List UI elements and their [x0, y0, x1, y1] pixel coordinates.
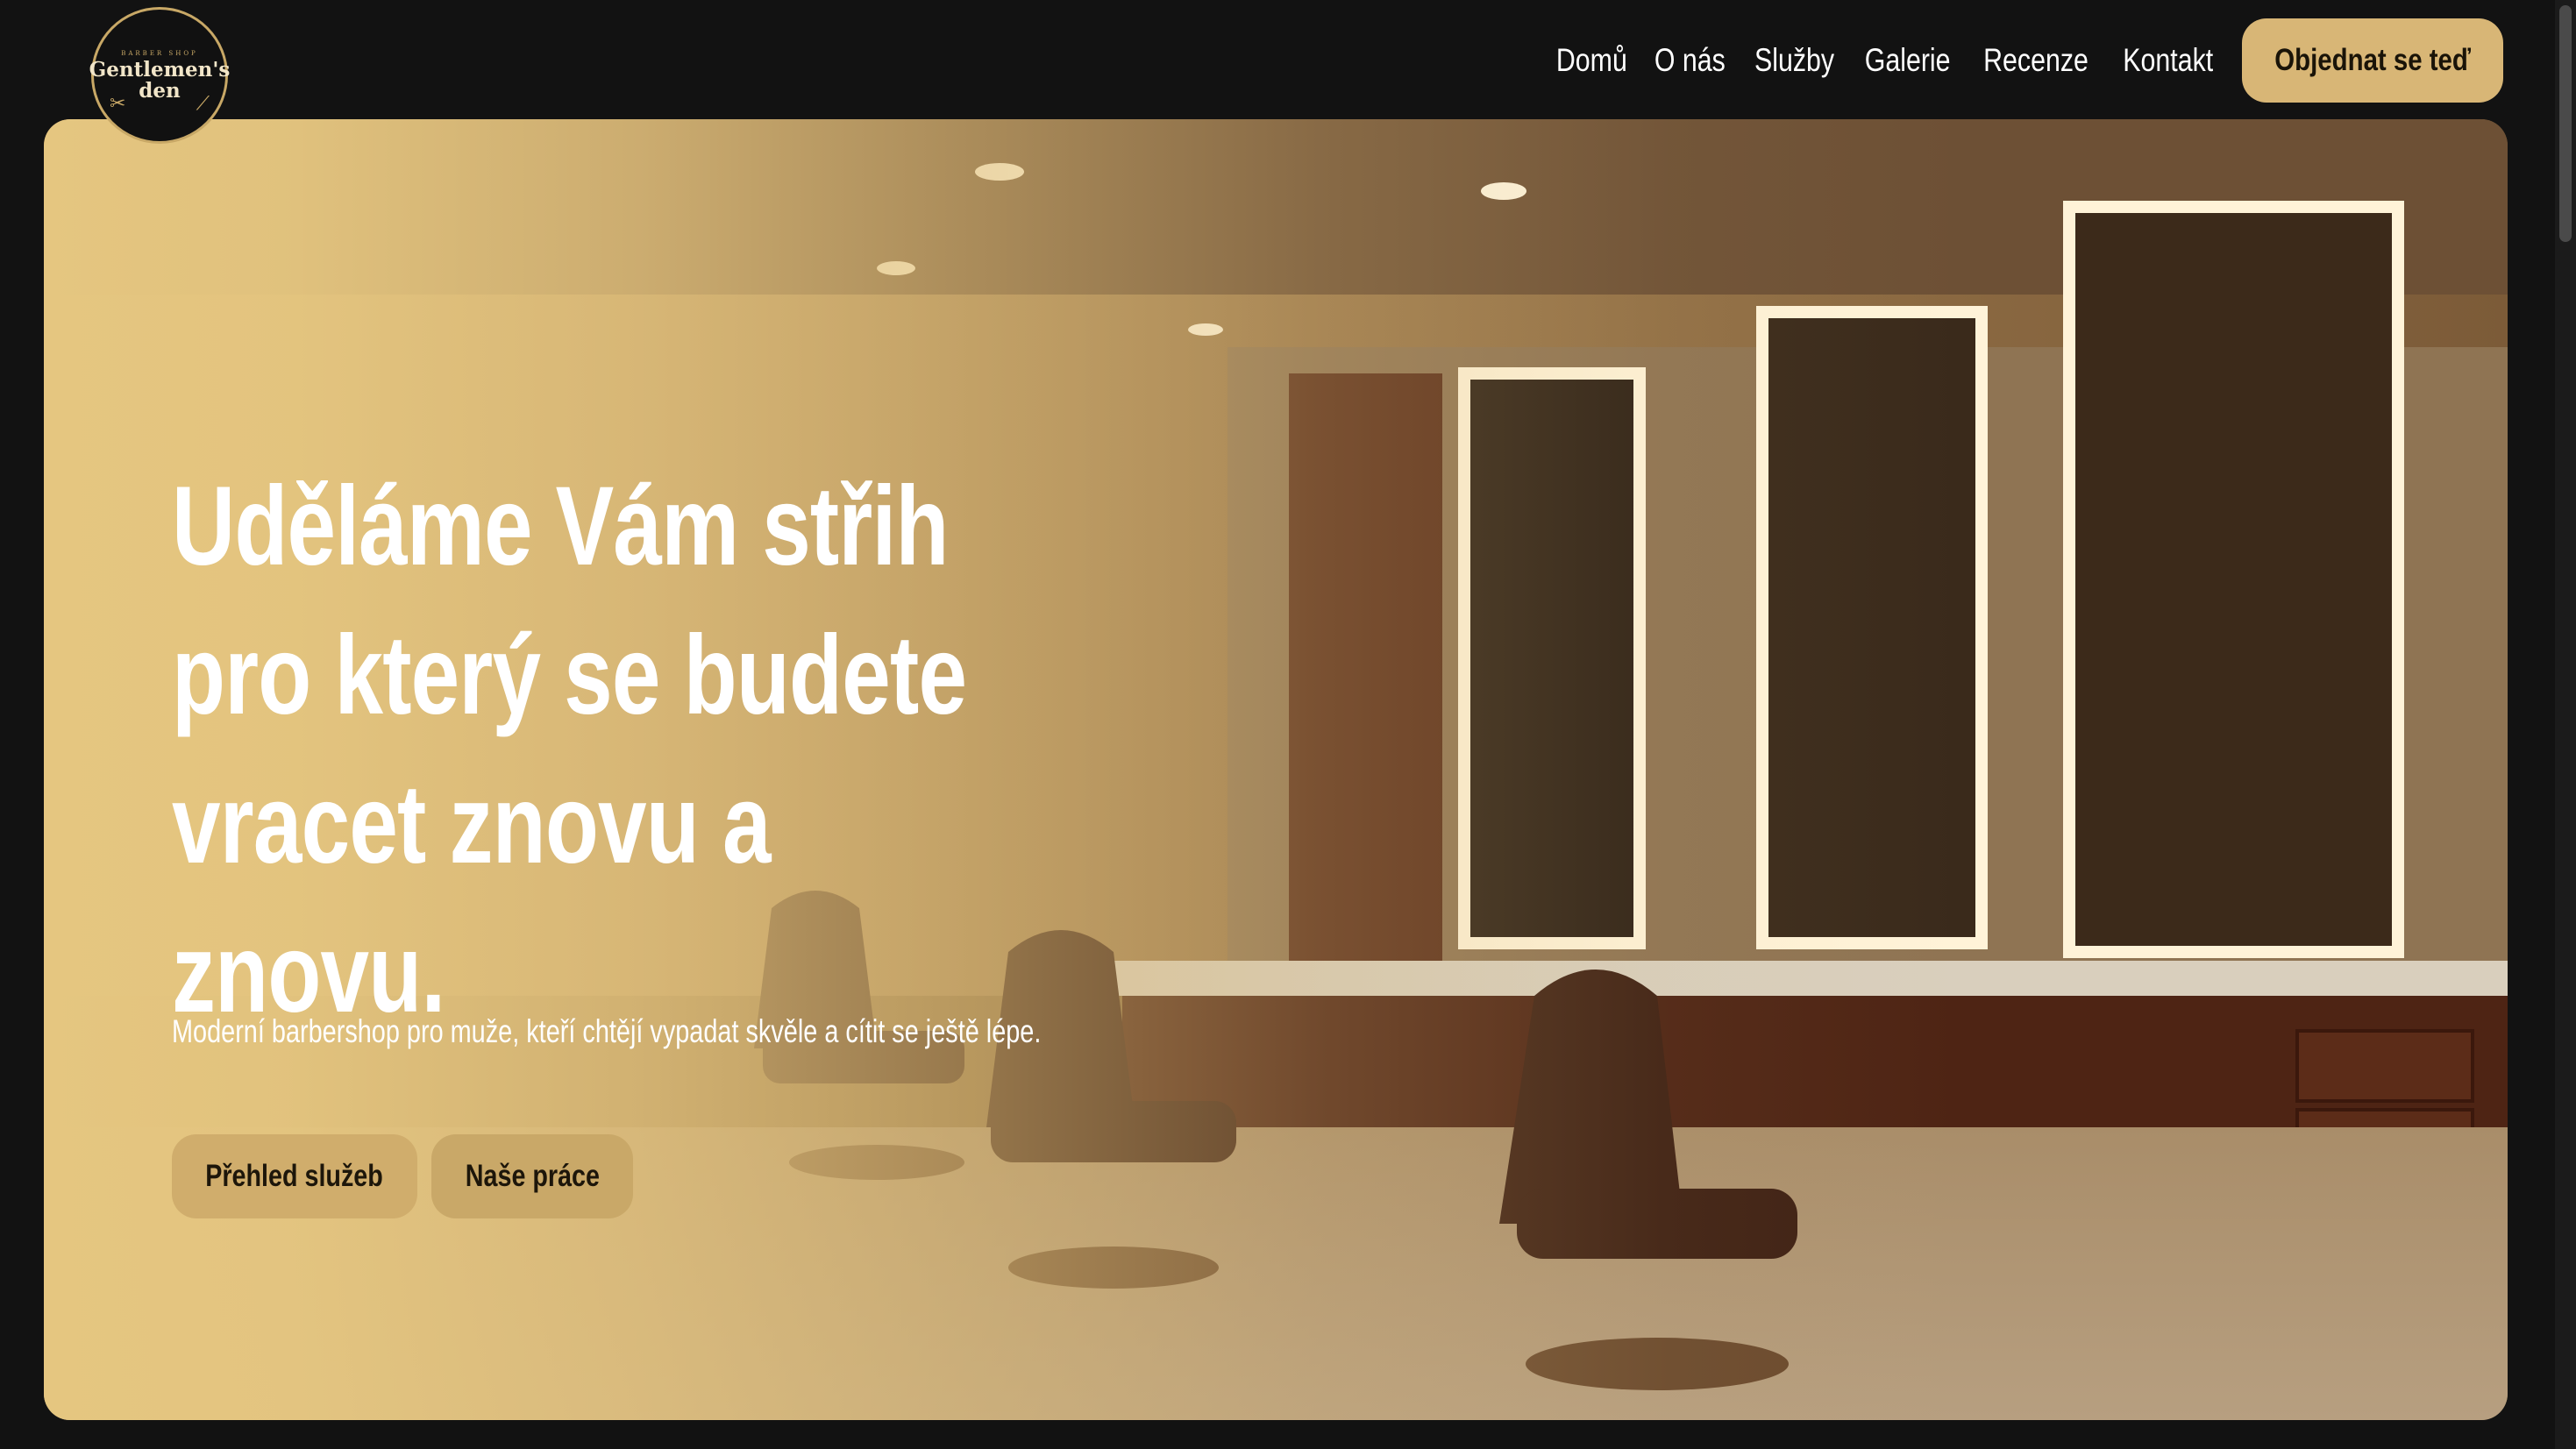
our-work-button[interactable]: Naše práce	[431, 1134, 633, 1218]
hero-buttons: Přehled služeb Naše práce	[172, 1134, 647, 1218]
page-scrollbar[interactable]	[2555, 0, 2576, 1449]
razor-icon: ⟋	[196, 93, 210, 115]
book-now-label: Objednat se teď	[2274, 43, 2471, 77]
hero-section: Uděláme Vám střih pro který se budete vr…	[44, 119, 2508, 1420]
services-overview-button[interactable]: Přehled služeb	[172, 1134, 417, 1218]
scissors-icon: ✂	[110, 93, 126, 115]
hero-title: Uděláme Vám střih pro který se budete vr…	[172, 464, 967, 1036]
brand-logo[interactable]: BARBER SHOP Gentlemen's den ✂ ⟋	[89, 7, 231, 144]
scrollbar-thumb[interactable]	[2559, 5, 2572, 242]
main-navigation: Domů O nás Služby Galerie Recenze Kontak…	[1548, 18, 2503, 103]
hero-content: Uděláme Vám střih pro který se budete vr…	[172, 452, 1312, 1218]
nav-home[interactable]: Domů	[1556, 42, 1627, 79]
our-work-label: Naše práce	[465, 1159, 600, 1193]
hero-subtitle: Moderní barbershop pro muže, kteří chtěj…	[172, 1013, 1042, 1049]
services-overview-label: Přehled služeb	[205, 1159, 384, 1193]
book-now-button[interactable]: Objednat se teď	[2242, 18, 2503, 103]
nav-contact[interactable]: Kontakt	[2123, 42, 2213, 79]
logo-tagline: BARBER SHOP	[121, 49, 198, 57]
nav-services[interactable]: Služby	[1754, 42, 1834, 79]
logo-tools: ✂ ⟋	[94, 93, 225, 115]
nav-about[interactable]: O nás	[1654, 42, 1726, 79]
logo-line1: Gentlemen's	[89, 57, 231, 82]
nav-gallery[interactable]: Galerie	[1865, 42, 1951, 79]
nav-reviews[interactable]: Recenze	[1984, 42, 2089, 79]
